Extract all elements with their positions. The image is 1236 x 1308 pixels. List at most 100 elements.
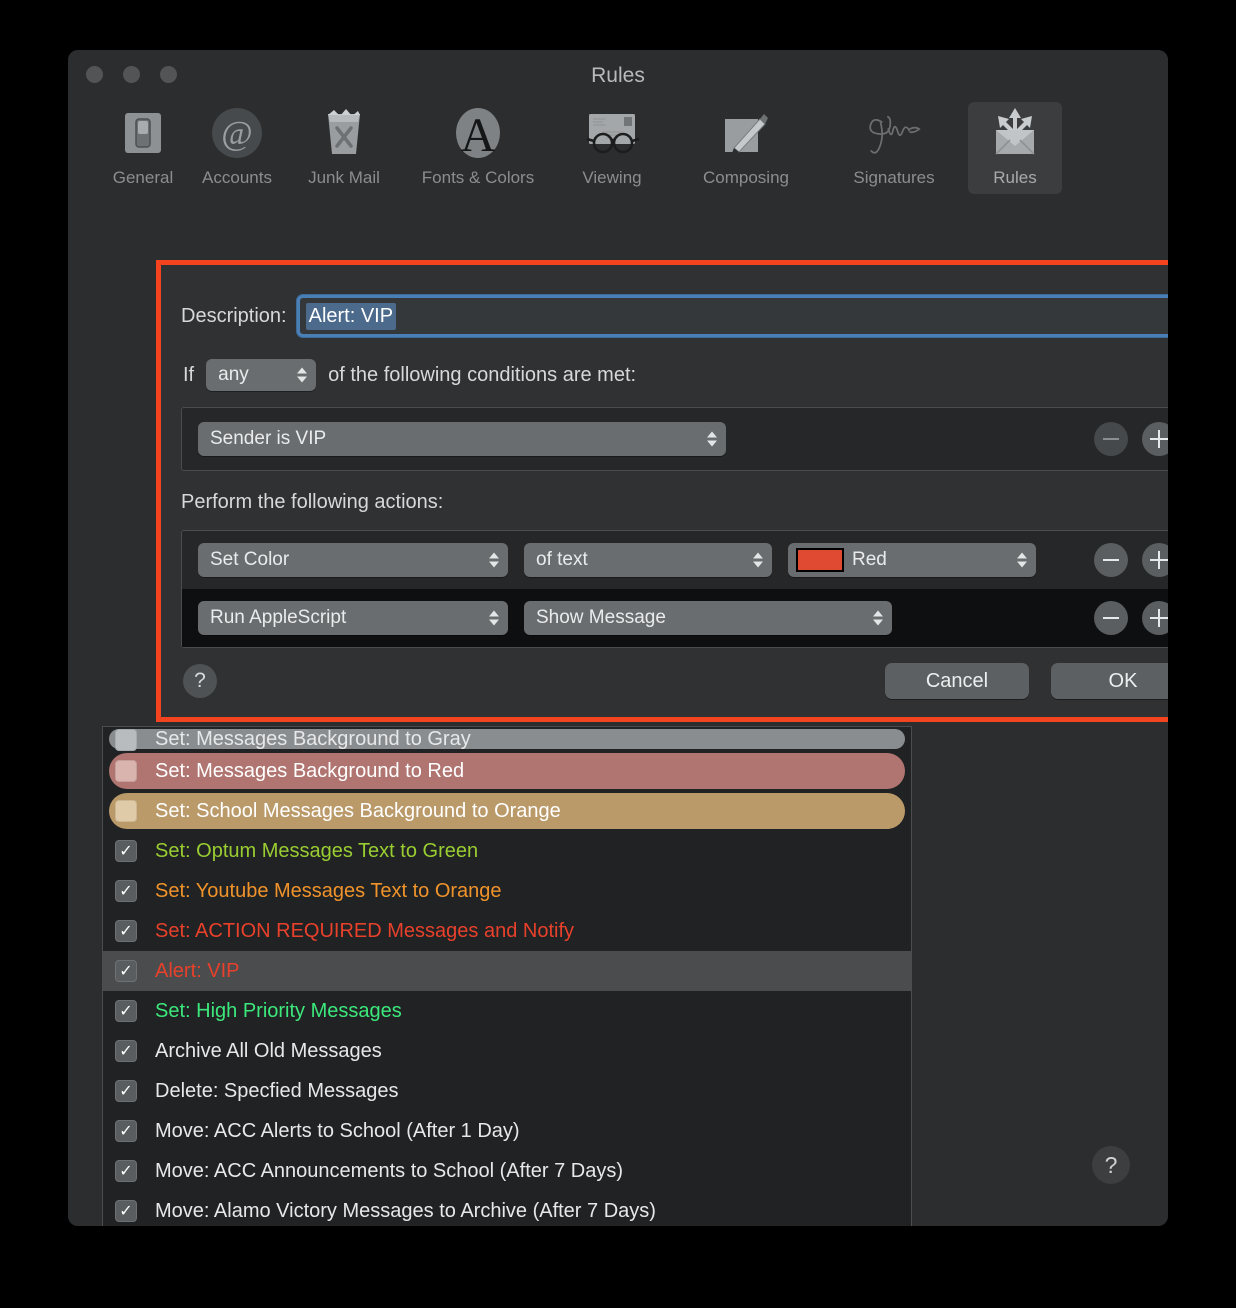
- rule-enabled-checkbox[interactable]: ✓: [115, 960, 137, 982]
- description-value: Alert: VIP: [305, 302, 397, 330]
- condition-row-buttons: [1094, 422, 1168, 456]
- rules-list-item[interactable]: ✓ Move: Alamo Victory Messages to Archive…: [103, 1191, 911, 1226]
- rule-enabled-checkbox[interactable]: [115, 729, 137, 751]
- rule-name-label: Set: Messages Background to Red: [155, 759, 465, 782]
- rule-enabled-checkbox[interactable]: ✓: [115, 880, 137, 902]
- add-condition-button[interactable]: [1142, 422, 1168, 456]
- cancel-button[interactable]: Cancel: [885, 663, 1029, 699]
- toolbar-item-rules[interactable]: Rules: [968, 102, 1062, 194]
- mail-preferences-window: Rules General @ Accounts Junk Mail A Fon…: [68, 50, 1168, 1226]
- rules-list-item[interactable]: ✓ Alert: VIP: [103, 951, 911, 991]
- remove-condition-button[interactable]: [1094, 422, 1128, 456]
- chevron-updown-icon: [753, 552, 763, 568]
- actions-label: Perform the following actions:: [181, 491, 444, 513]
- chevron-updown-icon: [707, 431, 717, 447]
- action-verb-value-2: Run AppleScript: [210, 607, 347, 628]
- rules-list-item[interactable]: ✓ Archive All Old Messages: [103, 1031, 911, 1071]
- add-action-button-2[interactable]: [1142, 601, 1168, 635]
- rule-enabled-checkbox[interactable]: ✓: [115, 1200, 137, 1222]
- rule-name-label: Alert: VIP: [155, 959, 240, 982]
- action-target-select-1[interactable]: of text: [524, 543, 772, 577]
- chevron-updown-icon: [1017, 552, 1027, 568]
- rule-enabled-checkbox[interactable]: ✓: [115, 1080, 137, 1102]
- rule-enabled-checkbox[interactable]: ✓: [115, 1000, 137, 1022]
- rule-name-label: Archive All Old Messages: [155, 1039, 382, 1062]
- toolbar-label-rules: Rules: [993, 168, 1037, 187]
- if-label: If: [183, 363, 195, 386]
- rules-list-item[interactable]: ✓ Set: Optum Messages Text to Green: [103, 831, 911, 871]
- rule-name-label: Move: ACC Announcements to School (After…: [155, 1159, 623, 1182]
- rule-enabled-checkbox[interactable]: [115, 800, 137, 822]
- sheet-footer: ? Cancel OK: [161, 645, 1168, 717]
- signature-icon: [863, 104, 925, 162]
- rule-name-label: Move: ACC Alerts to School (After 1 Day): [155, 1119, 520, 1142]
- description-input[interactable]: Alert: VIP: [296, 295, 1168, 337]
- svg-text:@: @: [221, 115, 252, 152]
- glasses-icon: [581, 104, 643, 162]
- color-swatch-icon: [796, 548, 844, 572]
- rules-list-item[interactable]: ✓ Move: ACC Alerts to School (After 1 Day…: [103, 1111, 911, 1151]
- condition-criterion-select[interactable]: Sender is VIP: [198, 422, 726, 456]
- rule-enabled-checkbox[interactable]: ✓: [115, 1160, 137, 1182]
- action-verb-select-1[interactable]: Set Color: [198, 543, 508, 577]
- toolbar-item-signatures[interactable]: Signatures: [820, 102, 968, 194]
- rules-list-item[interactable]: Set: Messages Background to Gray: [103, 727, 911, 751]
- rule-enabled-checkbox[interactable]: ✓: [115, 1120, 137, 1142]
- rule-name-label: Set: ACTION REQUIRED Messages and Notify: [155, 919, 575, 942]
- toolbar-label-signatures: Signatures: [853, 168, 935, 187]
- action-verb-select-2[interactable]: Run AppleScript: [198, 601, 508, 635]
- rule-enabled-checkbox[interactable]: ✓: [115, 1040, 137, 1062]
- rule-enabled-checkbox[interactable]: [115, 760, 137, 782]
- trash-x-icon: [313, 104, 375, 162]
- toolbar-label-general: General: [112, 168, 174, 187]
- remove-action-button-1[interactable]: [1094, 543, 1128, 577]
- rule-editor-sheet: Description: Alert: VIP If any of the fo…: [156, 260, 1168, 722]
- chevron-updown-icon: [873, 610, 883, 626]
- toolbar-item-composing[interactable]: Composing: [672, 102, 820, 194]
- chevron-updown-icon: [297, 367, 308, 383]
- action-target-value-2: Show Message: [536, 607, 666, 628]
- help-button[interactable]: ?: [1092, 1146, 1130, 1184]
- letter-a-icon: A: [447, 104, 509, 162]
- rules-list-item[interactable]: ✓ Delete: Specfied Messages: [103, 1071, 911, 1111]
- rules-list-item[interactable]: ✓ Set: ACTION REQUIRED Messages and Notif…: [103, 911, 911, 951]
- toolbar-item-junk-mail[interactable]: Junk Mail: [284, 102, 404, 194]
- rule-enabled-checkbox[interactable]: ✓: [115, 840, 137, 862]
- condition-match-row: If any of the following conditions are m…: [181, 359, 1168, 391]
- rules-list-item[interactable]: Set: Messages Background to Red: [103, 751, 911, 791]
- action-row-1: Set Color of text Red: [182, 531, 1168, 589]
- rules-list-item[interactable]: ✓ Set: High Priority Messages: [103, 991, 911, 1031]
- actions-group: Set Color of text Red Run AppleScript Sh…: [181, 530, 1168, 648]
- toolbar-label-accounts: Accounts: [202, 168, 272, 187]
- action-row-buttons-1: [1094, 543, 1168, 577]
- sheet-footer-actions: Cancel OK: [885, 663, 1168, 699]
- add-action-button-1[interactable]: [1142, 543, 1168, 577]
- rule-name-label: Set: High Priority Messages: [155, 999, 402, 1022]
- toolbar-item-fonts-colors[interactable]: A Fonts & Colors: [404, 102, 552, 194]
- condition-criterion-value: Sender is VIP: [210, 428, 327, 449]
- rules-list-item[interactable]: Set: School Messages Background to Orang…: [103, 791, 911, 831]
- ok-button[interactable]: OK: [1051, 663, 1168, 699]
- chevron-updown-icon: [489, 552, 499, 568]
- rule-name-label: Set: Youtube Messages Text to Orange: [155, 879, 502, 902]
- conditions-group: Sender is VIP: [181, 407, 1168, 471]
- rule-name-label: Delete: Specfied Messages: [155, 1079, 399, 1102]
- match-type-select[interactable]: any: [206, 359, 317, 391]
- rules-list-item[interactable]: ✓ Set: Youtube Messages Text to Orange: [103, 871, 911, 911]
- action-verb-value-1: Set Color: [210, 549, 290, 570]
- chevron-updown-icon: [489, 610, 499, 626]
- sheet-help-button[interactable]: ?: [183, 664, 217, 698]
- rules-list[interactable]: Set: Messages Background to Gray Set: Mes…: [102, 726, 912, 1226]
- toolbar-item-accounts[interactable]: @ Accounts: [190, 102, 284, 194]
- toolbar-label-fonts-colors: Fonts & Colors: [421, 168, 535, 187]
- action-target-select-2[interactable]: Show Message: [524, 601, 892, 635]
- action-color-select-1[interactable]: Red: [788, 543, 1036, 577]
- preferences-toolbar: General @ Accounts Junk Mail A Fonts & C…: [68, 102, 1168, 210]
- rules-list-item[interactable]: ✓ Move: ACC Announcements to School (Afte…: [103, 1151, 911, 1191]
- rule-enabled-checkbox[interactable]: ✓: [115, 920, 137, 942]
- toolbar-item-general[interactable]: General: [96, 102, 190, 194]
- window-titlebar: Rules: [68, 50, 1168, 102]
- remove-action-button-2[interactable]: [1094, 601, 1128, 635]
- toolbar-label-viewing: Viewing: [582, 168, 642, 187]
- toolbar-item-viewing[interactable]: Viewing: [552, 102, 672, 194]
